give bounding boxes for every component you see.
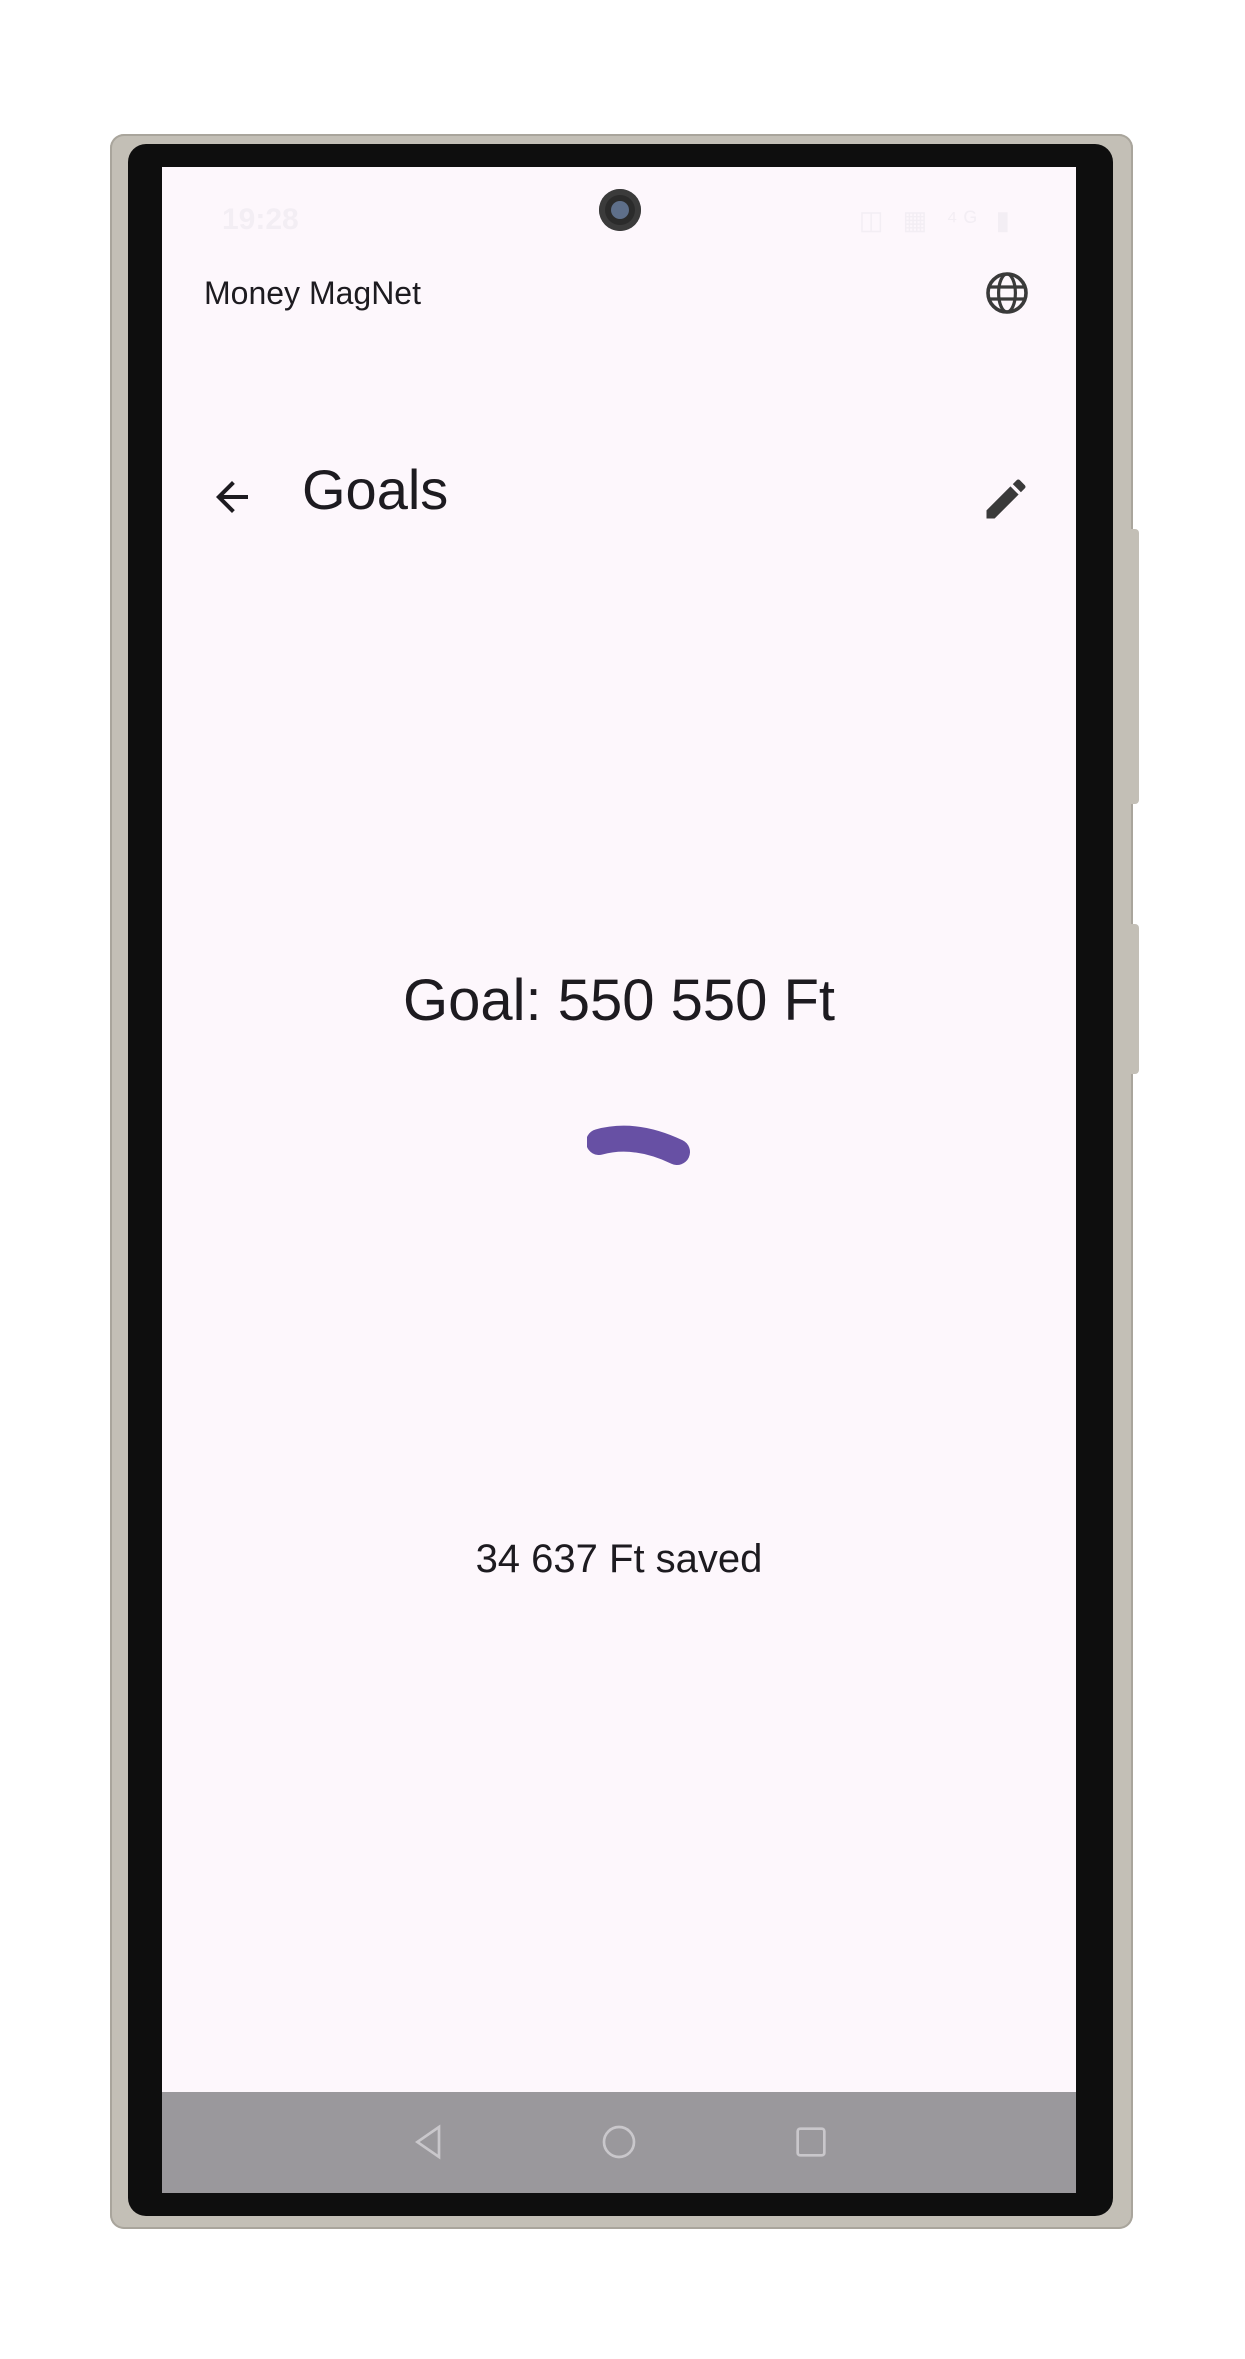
front-camera [599,189,641,231]
arrow-back-icon [216,481,248,513]
page-title: Goals [302,458,449,521]
app-name: Money MagNet [204,275,421,311]
globe-icon [986,272,1028,314]
circle-home-icon [602,2125,636,2159]
language-button[interactable] [979,265,1035,321]
loading-progress-indicator [587,1125,690,1165]
app-screen: 19:28 ◫ ▦ ⁴ᴳ ▮ Money MagNet Goals Goal: … [162,167,1076,2193]
status-time: 19:28 [222,203,299,236]
power-button [1131,924,1139,1074]
edit-button[interactable] [974,467,1038,531]
triangle-back-icon [414,2124,441,2160]
goal-amount: Goal: 550 550 Ft [402,968,836,1033]
square-recents-icon [796,2127,826,2157]
nav-recents-button[interactable] [779,2110,843,2174]
edit-pencil-icon [986,479,1026,519]
nav-back-button[interactable] [397,2110,461,2174]
saved-amount: 34 637 Ft saved [475,1537,763,1581]
system-nav-bar [162,2092,1076,2193]
nav-home-button[interactable] [587,2110,651,2174]
volume-button [1131,529,1139,804]
back-button[interactable] [200,465,264,529]
status-icons: ◫ ▦ ⁴ᴳ ▮ [858,205,1016,235]
